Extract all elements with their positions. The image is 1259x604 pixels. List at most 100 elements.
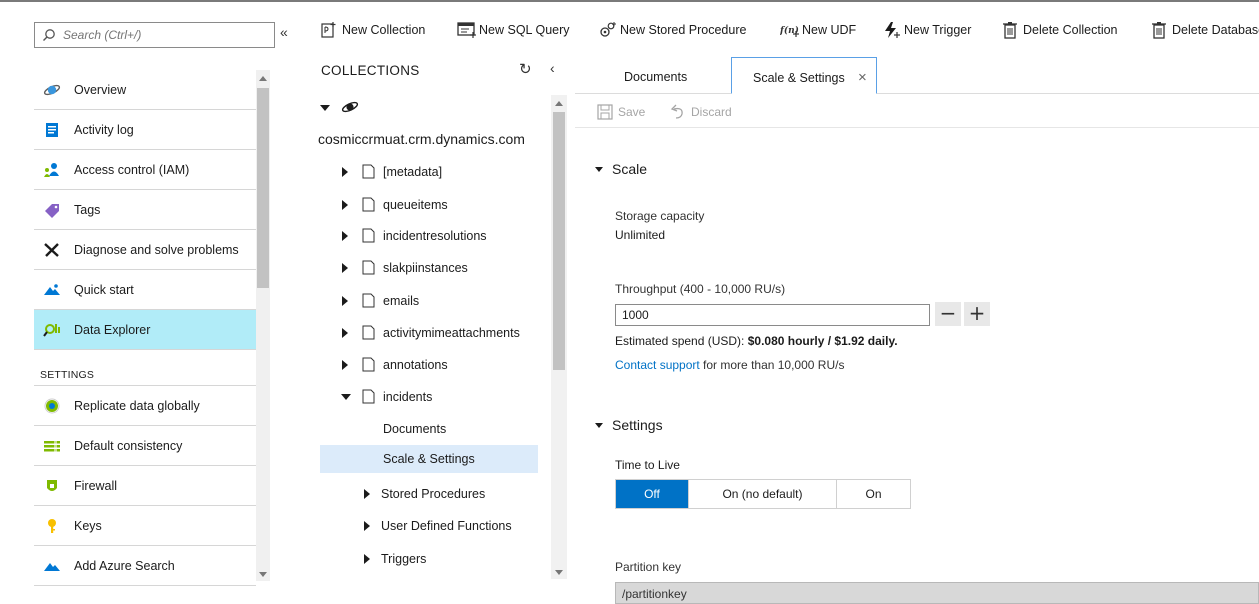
collection-node[interactable]: emails [305, 287, 537, 315]
collection-node[interactable]: incidentresolutions [305, 222, 537, 250]
estimated-spend: Estimated spend (USD): $0.080 hourly / $… [615, 334, 898, 348]
collection-name: annotations [383, 358, 448, 372]
ttl-off-option[interactable]: Off [616, 480, 689, 508]
scroll-up-arrow-icon[interactable] [259, 76, 267, 81]
menu-item-label: Default consistency [74, 439, 183, 453]
tab-scale-settings[interactable]: Scale & Settings × [731, 57, 877, 94]
scroll-up-arrow-icon[interactable] [555, 101, 563, 106]
partition-key-label: Partition key [615, 560, 682, 574]
new-sql-query-button[interactable]: New SQL Query [457, 20, 570, 40]
menu-scrollbar[interactable] [256, 70, 270, 581]
menu-item-keys[interactable]: Keys [34, 506, 256, 546]
menu-item-tags[interactable]: Tags [34, 190, 256, 230]
activity-log-icon [43, 122, 61, 138]
new-collection-label: New Collection [342, 23, 426, 37]
new-trigger-button[interactable]: New Trigger [882, 20, 971, 40]
menu-item-activity-log[interactable]: Activity log [34, 110, 256, 150]
menu-item-label: Add Azure Search [74, 559, 175, 573]
collection-node[interactable]: queueitems [305, 191, 537, 219]
scroll-down-arrow-icon[interactable] [555, 570, 563, 575]
save-icon [597, 104, 613, 120]
discard-button[interactable]: Discard [670, 104, 732, 120]
menu-item-replicate[interactable]: Replicate data globally [34, 386, 256, 426]
tree-item-triggers[interactable]: Triggers [305, 545, 537, 573]
refresh-icon[interactable]: ↻ [519, 60, 532, 78]
database-node[interactable] [305, 94, 537, 122]
support-note: Contact support for more than 10,000 RU/… [615, 358, 844, 372]
settings-section-toggle[interactable]: Settings [595, 417, 663, 433]
delete-collection-button[interactable]: Delete Collection [1001, 20, 1118, 40]
search-box[interactable] [34, 22, 275, 48]
tree-item-documents[interactable]: Documents [305, 415, 537, 443]
collapse-tree-icon[interactable]: ‹ [550, 60, 555, 76]
new-sql-query-label: New SQL Query [479, 23, 570, 37]
tree-item-stored-procedures[interactable]: Stored Procedures [305, 480, 537, 508]
menu-item-label: Tags [74, 203, 101, 217]
collapse-menu-button[interactable]: « [280, 24, 288, 40]
collections-tree: COLLECTIONS ↻ ‹ cosmiccrmuat.crm.dynamic… [305, 52, 565, 579]
menu-item-default-consistency[interactable]: Default consistency [34, 426, 256, 466]
collection-name: queueitems [383, 198, 448, 212]
search-input[interactable] [63, 27, 268, 43]
scrollbar-thumb[interactable] [553, 112, 565, 370]
scrollbar-thumb[interactable] [257, 88, 269, 288]
menu-item-data-explorer[interactable]: Data Explorer [34, 310, 256, 350]
menu-item-label: Access control (IAM) [74, 163, 190, 177]
save-button[interactable]: Save [597, 104, 645, 120]
ttl-on-option[interactable]: On [837, 480, 910, 508]
contact-support-link[interactable]: Contact support [615, 358, 700, 372]
caret-right-icon [342, 296, 348, 306]
collection-node[interactable]: activitymimeattachments [305, 319, 537, 347]
new-collection-icon [320, 21, 338, 39]
caret-down-icon [320, 105, 330, 111]
tree-item-udfs[interactable]: User Defined Functions [305, 512, 537, 540]
section-title: Scale [612, 161, 648, 177]
caret-right-icon [364, 489, 370, 499]
discard-label: Discard [691, 105, 732, 119]
tree-item-scale-settings[interactable]: Scale & Settings [320, 445, 538, 473]
decrease-throughput-button[interactable]: − [935, 302, 961, 326]
tree-item-label: Scale & Settings [383, 452, 475, 466]
support-note-text: for more than 10,000 RU/s [699, 358, 845, 372]
collection-icon [362, 164, 375, 179]
collection-node-incidents[interactable]: incidents [305, 383, 537, 411]
scroll-down-arrow-icon[interactable] [259, 572, 267, 577]
menu-item-overview[interactable]: Overview [34, 70, 256, 110]
increase-throughput-button[interactable]: + [964, 302, 990, 326]
key-icon [43, 518, 61, 534]
delete-database-button[interactable]: Delete Database [1150, 20, 1259, 40]
tree-item-label: Documents [383, 422, 447, 436]
menu-item-label: Data Explorer [74, 323, 151, 337]
database-name[interactable]: cosmiccrmuat.crm.dynamics.com [318, 131, 525, 147]
ttl-on-no-default-option[interactable]: On (no default) [689, 480, 837, 508]
collection-icon [362, 389, 375, 404]
collection-icon [362, 197, 375, 212]
menu-item-access-control[interactable]: Access control (IAM) [34, 150, 256, 190]
collection-name: [metadata] [383, 165, 443, 179]
menu-item-firewall[interactable]: Firewall [34, 466, 256, 506]
collection-node[interactable]: [metadata] [305, 158, 537, 186]
estimated-spend-value: $0.080 hourly / $1.92 daily. [747, 334, 898, 348]
new-collection-button[interactable]: New Collection [320, 20, 425, 40]
scale-section-toggle[interactable]: Scale [595, 161, 647, 177]
collection-node[interactable]: annotations [305, 351, 537, 379]
menu-item-diagnose[interactable]: Diagnose and solve problems [34, 230, 256, 270]
tree-scrollbar[interactable] [551, 95, 567, 579]
menu-item-quick-start[interactable]: Quick start [34, 270, 256, 310]
menu-item-azure-search[interactable]: Add Azure Search [34, 546, 256, 586]
wrench-icon [43, 242, 61, 258]
stored-procedure-icon [598, 21, 616, 39]
scale-settings-panel: Documents Scale & Settings × Save Discar… [575, 52, 1259, 604]
collection-icon [362, 325, 375, 340]
tab-documents[interactable]: Documents [595, 57, 705, 94]
new-stored-procedure-button[interactable]: New Stored Procedure [598, 20, 746, 40]
new-udf-button[interactable]: f(n) New UDF [780, 20, 856, 40]
close-icon[interactable]: × [858, 69, 867, 86]
collection-name: activitymimeattachments [383, 326, 520, 340]
access-control-icon [43, 162, 61, 178]
collection-node[interactable]: slakpiinstances [305, 254, 537, 282]
caret-right-icon [342, 231, 348, 241]
collection-name: emails [383, 294, 420, 308]
throughput-input[interactable] [615, 304, 930, 326]
section-title: Settings [612, 417, 663, 433]
